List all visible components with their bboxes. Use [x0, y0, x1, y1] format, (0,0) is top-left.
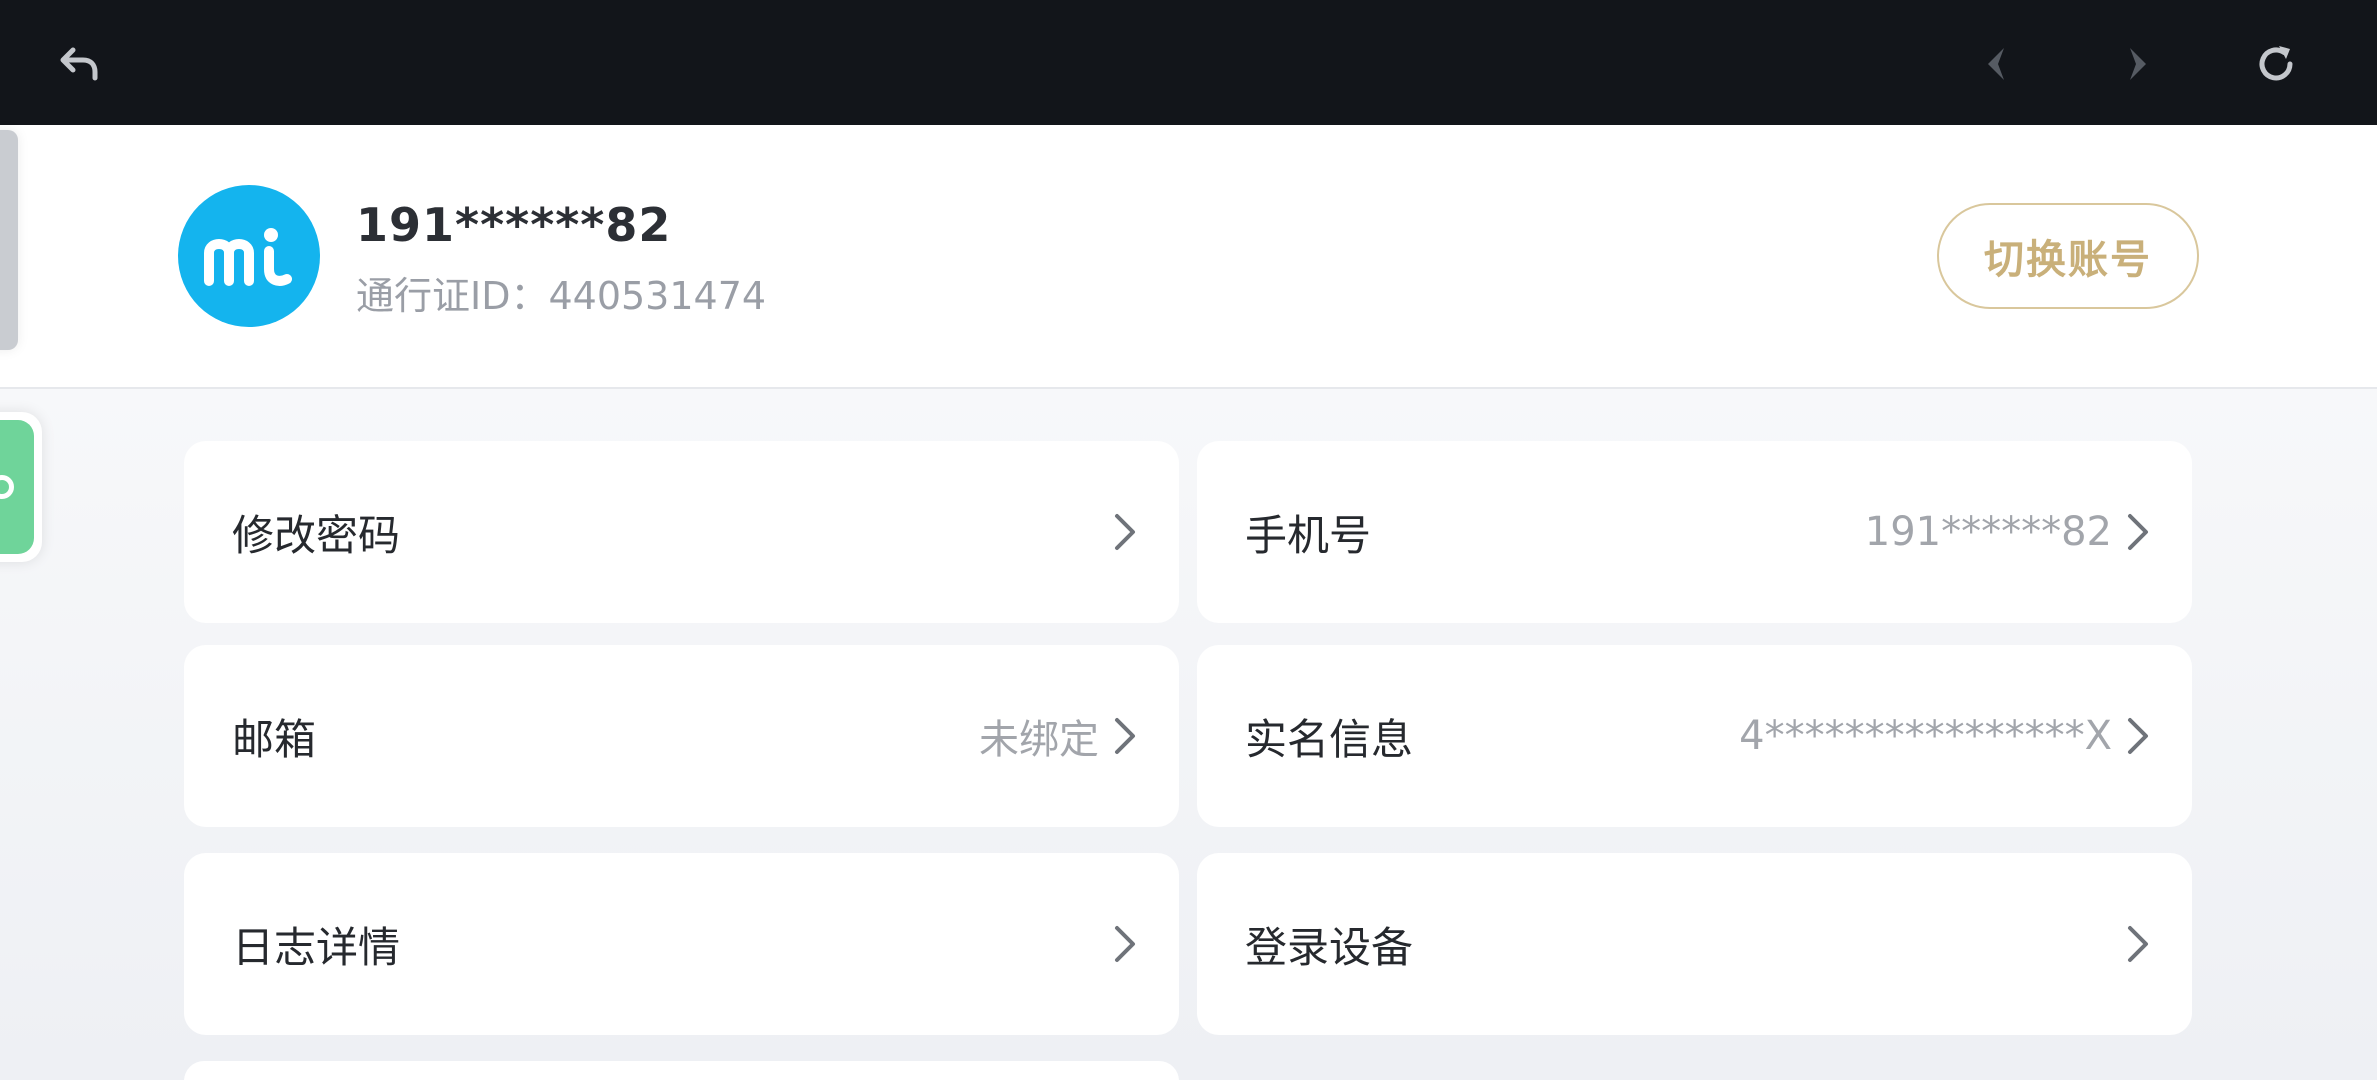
side-drawer-handle[interactable] [0, 130, 18, 350]
top-toolbar [0, 0, 2377, 125]
username: 191******82 [356, 198, 672, 252]
avatar [178, 185, 320, 327]
pass-id: 通行证ID：440531474 [356, 265, 766, 320]
settings-item-real-name[interactable]: 实名信息 4****************X [1197, 645, 2192, 827]
chevron-right-icon [2128, 514, 2148, 550]
floating-chat-button[interactable] [0, 412, 42, 562]
pass-id-label: 通行证ID： [356, 274, 549, 318]
refresh-icon[interactable] [2252, 40, 2300, 88]
settings-item-phone[interactable]: 手机号 191******82 [1197, 441, 2192, 623]
chat-icon [0, 420, 34, 554]
settings-item-label: 日志详情 [232, 922, 401, 972]
settings-item-change-password[interactable]: 修改密码 [184, 441, 1179, 623]
settings-item-login-devices[interactable]: 登录设备 [1197, 853, 2192, 1035]
chevron-left-icon[interactable] [1974, 40, 2022, 88]
settings-item-label: 实名信息 [1245, 714, 1414, 764]
settings-item-value: 4****************X [1739, 713, 2112, 759]
switch-account-button[interactable]: 切换账号 [1937, 203, 2199, 309]
profile-header: 191******82 通行证ID：440531474 切换账号 [0, 125, 2377, 389]
chevron-right-icon[interactable] [2112, 40, 2160, 88]
settings-item-value: 未绑定 [979, 717, 1099, 763]
undo-arrow-icon[interactable] [55, 40, 103, 88]
settings-item-partial[interactable] [184, 1061, 1179, 1080]
chevron-right-icon [1115, 514, 1135, 550]
chevron-right-icon [2128, 926, 2148, 962]
chevron-right-icon [1115, 926, 1135, 962]
chevron-right-icon [1115, 718, 1135, 754]
settings-item-label: 修改密码 [232, 510, 401, 560]
account-settings-page: 191******82 通行证ID：440531474 切换账号 修改密码 手机… [0, 0, 2377, 1080]
settings-item-label: 登录设备 [1245, 922, 1414, 972]
mi-logo-icon [204, 228, 292, 286]
settings-item-value: 191******82 [1864, 509, 2112, 555]
chevron-right-icon [2128, 718, 2148, 754]
settings-item-label: 邮箱 [232, 714, 317, 764]
settings-item-email[interactable]: 邮箱 未绑定 [184, 645, 1179, 827]
settings-item-label: 手机号 [1245, 510, 1372, 560]
settings-item-log-details[interactable]: 日志详情 [184, 853, 1179, 1035]
pass-id-value: 440531474 [548, 274, 767, 318]
